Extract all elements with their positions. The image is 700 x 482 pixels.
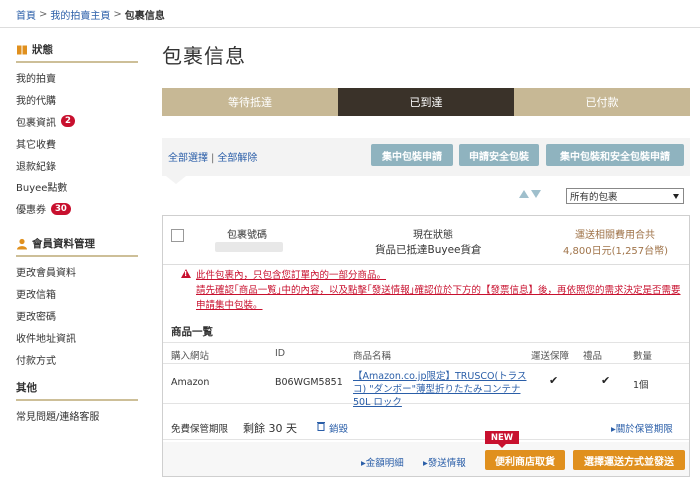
package-actions: ▸金額明細 ▸發送情報 便利商店取貨 選擇運送方式並發送 <box>163 442 689 476</box>
user-icon <box>17 238 27 249</box>
column-gift: 禮品 <box>583 351 603 362</box>
gift-check-icon: ✔ <box>601 374 611 387</box>
sidebar-other-heading: 其他 <box>16 380 138 401</box>
sidebar-item-other-fees[interactable]: 其它收費 <box>16 132 138 154</box>
column-insurance: 運送保障 <box>531 351 570 362</box>
sidebar-item-faq[interactable]: 常見問題/連絡客服 <box>16 405 138 427</box>
breadcrumb-my-page-link[interactable]: 我的拍賣主頁 <box>50 7 110 22</box>
ship-info-link[interactable]: ▸發送情報 <box>423 455 466 469</box>
package-checkbox[interactable] <box>171 229 184 242</box>
table-row: Amazon B06WGM5851 【Amazon.co.jp限定】TRUSCO… <box>163 364 689 408</box>
convenience-store-pickup-button[interactable]: 便利商店取貨 <box>485 450 565 470</box>
storage-period-link[interactable]: ▸關於保管期限 <box>611 421 673 435</box>
link-separator: | <box>211 153 215 164</box>
breadcrumb-home-link[interactable]: 首頁 <box>16 7 36 22</box>
sidebar-member-title: 會員資料管理 <box>32 238 95 250</box>
item-table-header: 購入網站 ID 商品名稱 運送保障 禮品 數量 <box>163 342 689 364</box>
sidebar-item-edit-profile[interactable]: 更改會員資料 <box>16 261 138 283</box>
breadcrumb: 首頁 > 我的拍賣主頁 > 包裹信息 <box>16 6 165 22</box>
warning-icon <box>181 269 191 278</box>
select-all-link[interactable]: 全部選擇 <box>168 153 208 164</box>
partial-order-warning: 此件包裹內，只包含您訂單內的一部分商品。 請先確認｢商品一覧｣中的內容，以及點擊… <box>196 268 686 313</box>
sidebar-item-edit-email[interactable]: 更改信箱 <box>16 283 138 305</box>
destroy-link[interactable]: 銷毀 <box>329 421 348 435</box>
sort-up-icon[interactable] <box>519 190 529 198</box>
warning-line-2: 請先確認｢商品一覧｣中的內容，以及點擊｢發送情報｣確認位於下方的【發票信息】後，… <box>196 285 681 311</box>
breadcrumb-separator: > <box>113 8 122 20</box>
header-divider <box>0 27 700 28</box>
trash-icon <box>317 422 325 431</box>
sidebar-item-my-auctions[interactable]: 我的拍賣 <box>16 67 138 89</box>
column-id: ID <box>275 348 286 359</box>
sort-down-icon[interactable] <box>531 190 541 198</box>
breadcrumb-current: 包裹信息 <box>124 10 165 22</box>
storage-remaining: 剩餘 30 天 <box>243 422 297 435</box>
new-badge: NEW <box>485 431 519 448</box>
fee-value: 4,800日元(1,257台幣) <box>563 246 669 257</box>
sidebar-item-points[interactable]: Buyee點數 <box>16 176 138 198</box>
selection-links: 全部選擇 | 全部解除 <box>168 149 257 164</box>
filter-selected-value: 所有的包裹 <box>570 192 618 203</box>
count-badge: 30 <box>51 202 71 215</box>
package-card: 包裹號碼 現在狀態 貨品已抵達Buyee貨倉 運送相關費用合共 4,800日元(… <box>162 215 690 477</box>
item-id: B06WGM5851 <box>275 377 343 388</box>
book-icon <box>17 45 27 54</box>
sidebar-item-address[interactable]: 收件地址資訊 <box>16 326 138 348</box>
package-number-redacted <box>215 242 283 252</box>
fee-label: 運送相關費用合共 <box>575 230 655 241</box>
tab-arrived[interactable]: 已到達 <box>338 88 514 116</box>
sidebar-item-package-info[interactable]: 包裹資訊 2 <box>16 111 138 133</box>
sidebar-status-section: 狀態 我的拍賣 我的代購 包裹資訊 2 其它收費 退款紀錄 Buyee點數 優惠券… <box>16 42 138 220</box>
sidebar-status-heading: 狀態 <box>16 42 138 63</box>
column-qty: 數量 <box>633 351 653 362</box>
item-list-title: 商品一覧 <box>171 326 213 338</box>
deselect-all-link[interactable]: 全部解除 <box>217 153 257 164</box>
action-bar: 全部選擇 | 全部解除 集中包裝申請 申請安全包裝 集中包裝和安全包裝申請 <box>162 138 690 176</box>
sort-controls <box>519 190 541 198</box>
sidebar-status-title: 狀態 <box>32 44 53 56</box>
sidebar-item-refunds[interactable]: 退款紀錄 <box>16 154 138 176</box>
warning-line-1: 此件包裹內，只包含您訂單內的一部分商品。 <box>196 270 387 281</box>
sidebar-item-coupons[interactable]: 優惠券 30 <box>16 198 138 220</box>
consolidate-button[interactable]: 集中包裝申請 <box>371 144 453 166</box>
storage-row: 免費保管期限 剩餘 30 天 銷毀 ▸關於保管期限 <box>163 414 689 440</box>
sidebar-other-section: 其他 常見問題/連絡客服 <box>16 380 138 427</box>
sidebar: 狀態 我的拍賣 我的代購 包裹資訊 2 其它收費 退款紀錄 Buyee點數 優惠券… <box>16 42 138 423</box>
sidebar-other-title: 其他 <box>16 382 37 394</box>
storage-label: 免費保管期限 <box>171 424 229 435</box>
status-label: 現在狀態 <box>413 230 453 241</box>
sidebar-item-edit-password[interactable]: 更改密碼 <box>16 305 138 327</box>
chevron-down-icon <box>673 194 679 199</box>
insurance-check-icon: ✔ <box>549 374 559 387</box>
column-name: 商品名稱 <box>353 351 392 362</box>
page-title: 包裹信息 <box>162 44 246 68</box>
sidebar-member-heading: 會員資料管理 <box>16 236 138 257</box>
safe-pack-button[interactable]: 申請安全包裝 <box>459 144 539 166</box>
consolidate-and-safe-pack-button[interactable]: 集中包裝和安全包裝申請 <box>546 144 684 166</box>
card-divider <box>163 264 689 265</box>
package-number-label: 包裹號碼 <box>227 230 267 241</box>
status-value: 貨品已抵達Buyee貨倉 <box>375 244 482 256</box>
package-header: 包裹號碼 現在狀態 貨品已抵達Buyee貨倉 運送相關費用合共 4,800日元(… <box>163 216 689 264</box>
item-name-link[interactable]: 【Amazon.co.jp限定】TRUSCO(トラスコ) "ダンボー"薄型折りた… <box>353 370 533 409</box>
item-site: Amazon <box>171 377 210 388</box>
package-filter-select[interactable]: 所有的包裹 <box>566 188 684 204</box>
item-qty: 1個 <box>633 380 649 391</box>
status-tabs: 等待抵達 已到達 已付款 <box>162 88 690 116</box>
tab-awaiting[interactable]: 等待抵達 <box>162 88 338 116</box>
breadcrumb-separator: > <box>39 8 48 20</box>
sidebar-item-payment[interactable]: 付款方式 <box>16 348 138 370</box>
column-site: 購入網站 <box>171 351 210 362</box>
action-bar-pointer <box>166 176 186 184</box>
sidebar-item-my-proxy[interactable]: 我的代購 <box>16 89 138 111</box>
tab-paid[interactable]: 已付款 <box>514 88 690 116</box>
choose-shipping-button[interactable]: 選擇運送方式並發送 <box>573 450 685 470</box>
fee-detail-link[interactable]: ▸金額明細 <box>361 455 404 469</box>
count-badge: 2 <box>61 115 75 128</box>
sidebar-member-section: 會員資料管理 更改會員資料 更改信箱 更改密碼 收件地址資訊 付款方式 <box>16 236 138 370</box>
